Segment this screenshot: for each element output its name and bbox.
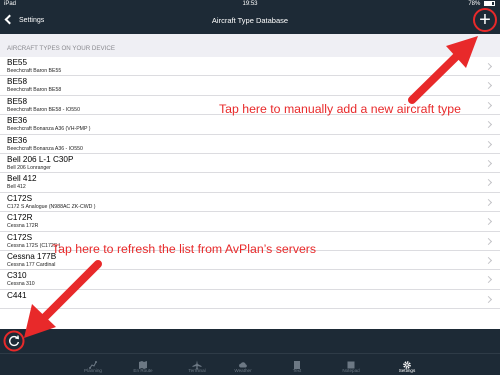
aircraft-name: Beechcraft Bonanza A36 (VH-PMP ) <box>7 126 91 133</box>
plane-icon <box>192 357 202 370</box>
navigation-bar: Settings Aircraft Type Database + <box>0 8 500 34</box>
chevron-right-icon <box>484 62 493 71</box>
aircraft-row[interactable]: BE36 Beechcraft Bonanza A36 - IO550 <box>0 135 500 154</box>
route-icon <box>88 357 98 369</box>
aircraft-name: Bell 412 <box>7 184 26 191</box>
aircraft-row[interactable]: BE36 Beechcraft Bonanza A36 (VH-PMP ) <box>0 115 500 135</box>
aircraft-row[interactable]: C310 Cessna 310 <box>0 270 500 290</box>
tab-label: En Route <box>133 368 153 373</box>
notepad-icon <box>346 357 356 369</box>
tab-en-route[interactable]: En Route <box>118 354 168 375</box>
aircraft-row[interactable]: C172R Cessna 172R <box>0 212 500 232</box>
aircraft-code: BE36 <box>7 116 28 126</box>
page-title: Aircraft Type Database <box>211 16 289 25</box>
tab-terminal[interactable]: Terminal <box>172 354 222 375</box>
add-aircraft-button[interactable]: + <box>474 10 496 32</box>
aircraft-row[interactable]: BE55 Beechcraft Baron BE55 <box>0 57 500 77</box>
aircraft-row[interactable]: C441 <box>0 290 500 310</box>
aircraft-name: Beechcraft Baron BE58 <box>7 87 62 94</box>
aircraft-row[interactable]: Bell 206 L-1 C30P Bell 206 Lonranger <box>0 154 500 174</box>
battery-status: 78% <box>468 0 495 8</box>
back-button-label: Settings <box>18 17 45 24</box>
tab-label: Settings <box>398 368 416 373</box>
chevron-right-icon <box>484 121 493 129</box>
aircraft-code: C310 <box>7 271 27 281</box>
chevron-right-icon <box>484 140 493 148</box>
add-hint-annotation: Tap here to manually add a new aircraft … <box>219 102 461 116</box>
map-icon <box>138 357 148 369</box>
refresh-hint-annotation: Tap here to refresh the list from AvPlan… <box>52 242 317 256</box>
tab-label: Text <box>292 368 302 373</box>
battery-icon <box>484 1 495 6</box>
tab-label: Terminal <box>188 368 206 373</box>
chevron-right-icon <box>484 159 493 167</box>
refresh-button[interactable] <box>7 334 21 348</box>
back-button[interactable]: Settings <box>3 14 44 28</box>
aircraft-name: Cessna 172R <box>7 223 39 230</box>
chevron-right-icon <box>484 82 493 90</box>
tab-text[interactable]: Text <box>272 354 322 375</box>
tab-label: Notepad <box>342 368 360 373</box>
battery-percent: 78% <box>468 1 481 7</box>
tab-settings[interactable]: Settings <box>382 354 432 375</box>
aircraft-code: BE58 <box>7 77 28 87</box>
aircraft-name: Bell 206 Lonranger <box>7 164 51 171</box>
aircraft-list: BE55 Beechcraft Baron BE55 BE58 Beechcraft … <box>0 57 500 329</box>
chevron-right-icon <box>484 218 493 226</box>
aircraft-name: Cessna 177 Cardinal <box>7 261 56 268</box>
tab-notepad[interactable]: Notepad <box>326 354 376 375</box>
aircraft-name: Beechcraft Bonanza A36 - IO550 <box>7 145 83 152</box>
chevron-right-icon <box>484 101 493 109</box>
section-header: AIRCRAFT TYPES ON YOUR DEVICE <box>0 34 500 57</box>
aircraft-code: C172R <box>7 213 33 223</box>
aircraft-code: BE58 <box>7 96 28 106</box>
chevron-right-icon <box>484 256 493 264</box>
aircraft-code: Bell 206 L-1 C30P <box>7 154 74 164</box>
bottom-toolbar <box>0 329 500 353</box>
chevron-right-icon <box>484 295 493 303</box>
aircraft-code: BE36 <box>7 135 28 145</box>
chevron-left-icon <box>4 14 15 25</box>
aircraft-name: Beechcraft Baron BE58 - IO550 <box>7 106 80 113</box>
aircraft-code: C172S <box>7 232 33 242</box>
aircraft-row[interactable]: Bell 412 Bell 412 <box>0 173 500 193</box>
status-bar: iPad 19:53 78% <box>0 0 500 8</box>
aircraft-row[interactable]: C172S C172 S Analogue (N988AC ZK-CWD ) <box>0 193 500 213</box>
aircraft-code: C172S <box>7 193 33 203</box>
aircraft-row[interactable]: BE58 Beechcraft Baron BE58 <box>0 76 500 96</box>
aircraft-name: Beechcraft Baron BE55 <box>7 68 62 74</box>
aircraft-name: Cessna 310 <box>7 281 35 288</box>
chevron-right-icon <box>484 179 493 187</box>
cloud-icon <box>238 357 248 368</box>
aircraft-code: Cessna 177B <box>7 251 57 261</box>
tab-planning[interactable]: Planning <box>68 354 118 375</box>
refresh-icon <box>9 335 20 347</box>
aircraft-code: C441 <box>7 290 27 300</box>
document-icon <box>292 357 302 369</box>
chevron-right-icon <box>484 276 493 284</box>
tab-bar: Planning En Route Terminal Weather Text Notep… <box>0 353 500 375</box>
aircraft-code: BE55 <box>7 58 28 67</box>
aircraft-code: Bell 412 <box>7 174 37 184</box>
chevron-right-icon <box>484 198 493 206</box>
tab-label: Planning <box>84 368 102 373</box>
aircraft-name: C172 S Analogue (N988AC ZK-CWD ) <box>7 203 96 210</box>
gear-icon <box>402 357 412 369</box>
chevron-right-icon <box>484 237 493 245</box>
tab-label: Weather <box>234 368 252 373</box>
clock: 19:53 <box>242 1 258 7</box>
tab-weather[interactable]: Weather <box>218 354 268 375</box>
